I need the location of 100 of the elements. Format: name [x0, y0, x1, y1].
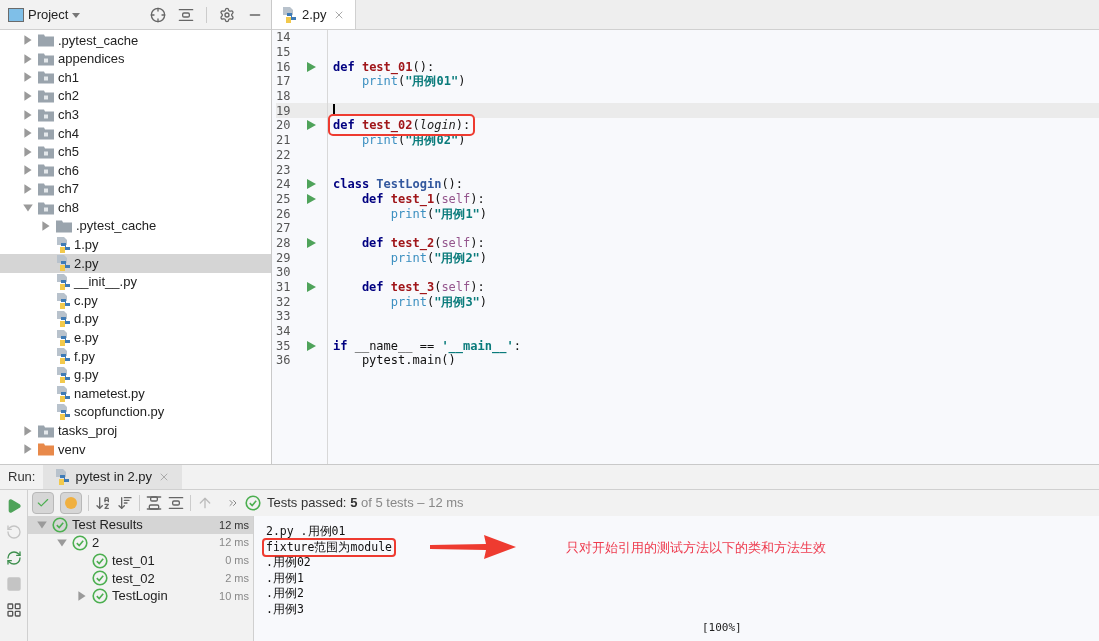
- collapsed-caret-icon[interactable]: [22, 90, 34, 103]
- code-line: if __name__ == '__main__':: [333, 339, 521, 352]
- toggle-auto-test-icon[interactable]: [5, 550, 22, 566]
- tree-item[interactable]: ch1: [0, 68, 271, 87]
- tree-item[interactable]: ch2: [0, 86, 271, 106]
- folder-icon: [38, 89, 54, 104]
- line-number: 30: [276, 266, 292, 279]
- collapsed-caret-icon[interactable]: [22, 52, 34, 65]
- collapsed-caret-icon[interactable]: [22, 183, 34, 196]
- rerun-failed-icon[interactable]: [5, 524, 22, 540]
- editor-tab[interactable]: 2.py: [272, 0, 356, 29]
- collapsed-caret-icon[interactable]: [22, 164, 34, 177]
- passed-check-icon: [92, 588, 108, 605]
- annotation-note: 只对开始引用的测试方法以下的类和方法生效: [566, 538, 826, 557]
- code-line: def test_2(self):: [360, 236, 485, 249]
- passed-check-icon: [92, 570, 108, 587]
- folder-icon: [38, 442, 54, 457]
- run-gutter-icon[interactable]: [306, 193, 316, 204]
- tree-item[interactable]: 2.py: [0, 254, 271, 273]
- tree-item[interactable]: ch6: [0, 161, 271, 180]
- test-result-item[interactable]: Test Results 12 ms: [28, 516, 253, 534]
- expanded-caret-icon[interactable]: [56, 536, 68, 549]
- test-name: Test Results: [72, 516, 143, 535]
- tree-item[interactable]: e.py: [0, 328, 271, 348]
- python-file-icon: [56, 274, 70, 290]
- tree-item[interactable]: nametest.py: [0, 384, 271, 403]
- tree-item[interactable]: 1.py: [0, 235, 271, 255]
- code-line: def test_1(self):: [360, 192, 485, 205]
- circle-icon: [64, 496, 78, 510]
- tree-item[interactable]: ch8: [0, 198, 271, 217]
- test-name: 2: [92, 533, 100, 552]
- expanded-caret-icon[interactable]: [36, 518, 48, 531]
- line-number: 35: [276, 339, 292, 352]
- test-result-item[interactable]: test_01 0 ms: [28, 551, 253, 570]
- run-gutter-icon[interactable]: [306, 237, 316, 248]
- collapsed-caret-icon[interactable]: [22, 71, 34, 84]
- collapsed-caret-icon[interactable]: [40, 220, 52, 233]
- test-result-item[interactable]: TestLogin 10 ms: [28, 587, 253, 605]
- run-gutter-icon[interactable]: [306, 120, 316, 131]
- tree-item[interactable]: ch4: [0, 123, 271, 143]
- tree-item[interactable]: d.py: [0, 309, 271, 329]
- previous-icon[interactable]: [197, 495, 213, 511]
- more-icon[interactable]: [227, 497, 239, 509]
- tree-item[interactable]: scopfunction.py: [0, 402, 271, 422]
- line-number: 21: [276, 134, 292, 147]
- tree-item[interactable]: appendices: [0, 49, 271, 69]
- line-number: 27: [276, 222, 292, 235]
- run-gutter-icon[interactable]: [306, 340, 316, 351]
- test-result-item[interactable]: 2 12 ms: [28, 533, 253, 552]
- locate-icon[interactable]: [150, 6, 166, 23]
- console-line: .用例1: [266, 572, 304, 585]
- line-number: 25: [276, 192, 292, 205]
- test-name: test_02: [112, 569, 155, 588]
- line-number: 34: [276, 325, 292, 338]
- collapse-all-icon[interactable]: [178, 6, 194, 23]
- test-duration: 0 ms: [225, 553, 249, 569]
- collapsed-caret-icon[interactable]: [22, 108, 34, 121]
- tree-item[interactable]: venv: [0, 440, 271, 459]
- tree-item[interactable]: ch7: [0, 179, 271, 199]
- test-duration: 2 ms: [225, 571, 249, 587]
- tree-item[interactable]: .pytest_cache: [0, 216, 271, 236]
- collapsed-caret-icon[interactable]: [22, 34, 34, 47]
- project-view-dropdown[interactable]: Project: [28, 4, 81, 25]
- line-number: 33: [276, 310, 292, 323]
- tree-item[interactable]: g.py: [0, 365, 271, 385]
- run-gutter-icon[interactable]: [306, 282, 316, 293]
- expand-all-icon[interactable]: [146, 495, 162, 511]
- collapsed-caret-icon[interactable]: [22, 145, 34, 158]
- tree-item[interactable]: ch3: [0, 105, 271, 124]
- python-file-icon: [56, 311, 70, 328]
- sort-alphabetically-icon[interactable]: [95, 495, 111, 511]
- show-ignored-toggle[interactable]: [60, 492, 82, 514]
- run-tab[interactable]: pytest in 2.py: [43, 465, 183, 489]
- test-duration: 12 ms: [219, 517, 249, 533]
- expanded-caret-icon[interactable]: [22, 201, 34, 214]
- collapsed-caret-icon[interactable]: [76, 590, 88, 603]
- collapsed-caret-icon[interactable]: [22, 127, 34, 140]
- collapse-all-icon[interactable]: [168, 495, 184, 511]
- run-gutter-icon[interactable]: [306, 61, 316, 72]
- run-gutter-icon[interactable]: [306, 179, 316, 190]
- layout-icon[interactable]: [5, 602, 22, 618]
- tree-item[interactable]: ch5: [0, 142, 271, 162]
- test-result-item[interactable]: test_02 2 ms: [28, 569, 253, 588]
- sort-by-duration-icon[interactable]: [117, 495, 133, 511]
- show-passed-toggle[interactable]: [32, 492, 54, 514]
- folder-icon: [38, 200, 54, 215]
- tree-item[interactable]: tasks_proj: [0, 421, 271, 441]
- tree-item[interactable]: .pytest_cache: [0, 31, 271, 50]
- stop-icon[interactable]: [5, 576, 22, 592]
- collapsed-caret-icon[interactable]: [22, 424, 34, 437]
- line-number: 31: [276, 281, 292, 294]
- passed-check-icon: [72, 534, 88, 551]
- code-line: def test_01():: [333, 60, 435, 73]
- folder-icon: [38, 33, 54, 48]
- settings-icon[interactable]: [219, 6, 235, 23]
- tree-item[interactable]: c.py: [0, 291, 271, 310]
- tree-item[interactable]: f.py: [0, 347, 271, 366]
- tree-item[interactable]: __init__.py: [0, 272, 271, 292]
- folder-icon: [38, 163, 54, 178]
- collapsed-caret-icon[interactable]: [22, 443, 34, 456]
